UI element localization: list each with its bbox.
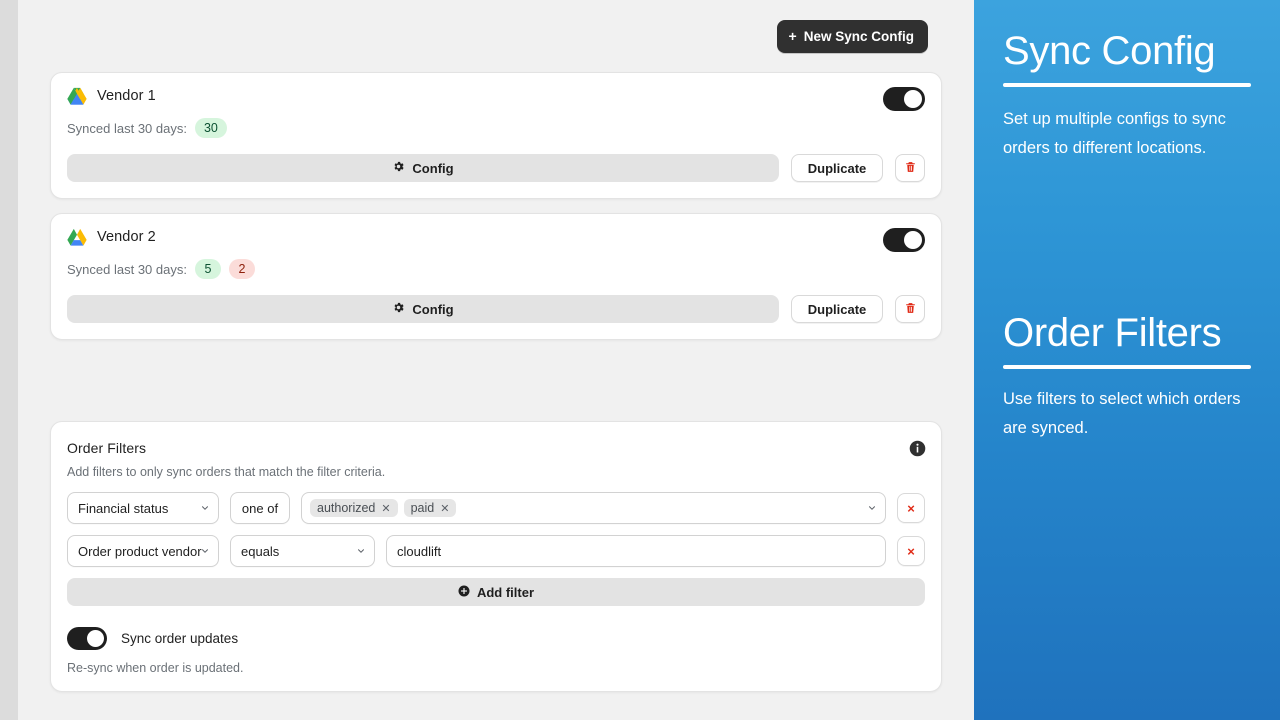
config-button[interactable]: Config [67,154,779,182]
remove-filter-row-button[interactable]: × [897,536,925,566]
duplicate-button[interactable]: Duplicate [791,154,883,182]
vendor-name: Vendor 2 [97,229,156,245]
filter-row: Financial status one of authorized ✕ pai… [67,492,925,524]
filter-value-tag[interactable]: authorized ✕ [310,499,398,517]
tag-remove-icon[interactable]: ✕ [440,502,449,515]
info-side-panel: Sync Config Set up multiple configs to s… [974,0,1280,720]
synced-label: Synced last 30 days: [67,261,187,277]
config-button-label: Config [412,301,454,317]
google-drive-icon [67,228,87,246]
delete-button[interactable] [895,154,925,182]
chevron-down-icon [202,506,208,510]
trash-icon [904,160,917,177]
panel-heading: Sync Config [1003,29,1216,73]
card-header: Vendor 2 [67,228,925,246]
chevron-down-icon [358,549,364,553]
duplicate-button[interactable]: Duplicate [791,295,883,323]
sync-order-updates-label: Sync order updates [121,631,239,646]
trash-icon [904,301,917,318]
chevron-down-icon [869,506,875,510]
filter-row: Order product vendor equals × [67,535,925,567]
google-drive-icon [67,87,87,105]
filter-operator-static: one of [230,492,290,524]
status-badge: 2 [228,259,255,279]
filter-operator-value: one of [241,500,279,516]
info-circle-icon[interactable] [908,439,926,457]
page-toolbar: + New Sync Config [50,0,942,72]
filter-field-value: Financial status [78,500,169,516]
new-sync-config-button[interactable]: + New Sync Config [776,19,928,53]
toggle-knob [87,630,104,647]
sync-config-card-vendor-2: Vendor 2 Synced last 30 days: 5 2 Config [50,213,942,340]
tag-remove-icon[interactable]: ✕ [381,502,390,515]
new-sync-config-button-label: New Sync Config [803,28,914,44]
filter-operator-value: equals [241,543,280,559]
gear-icon [392,160,405,176]
synced-label: Synced last 30 days: [67,120,187,136]
gear-icon [392,301,405,317]
plus-circle-icon [458,585,470,600]
app-main-area: + New Sync Config Vendor 1 Synced last 3… [0,0,974,720]
panel-body-text: Set up multiple configs to sync orders t… [1003,110,1226,158]
synced-summary: Synced last 30 days: 5 2 [67,259,925,279]
panel-section-order-filters: Order Filters Use filters to select whic… [1003,310,1251,444]
filter-value-tag[interactable]: paid ✕ [403,499,457,517]
add-filter-button[interactable]: Add filter [67,578,925,606]
card-header: Vendor 1 [67,87,925,105]
vendor-name: Vendor 1 [97,88,156,104]
sync-config-card-vendor-1: Vendor 1 Synced last 30 days: 30 Config [50,72,942,199]
sync-order-updates-toggle[interactable] [67,627,107,650]
panel-heading: Order Filters [1003,310,1222,355]
remove-filter-row-button[interactable]: × [897,493,925,523]
panel-body-text: Use filters to select which orders are s… [1003,389,1241,438]
sync-order-updates-row: Sync order updates [67,627,925,650]
panel-divider [1003,364,1251,369]
card-actions: Config Duplicate [67,295,925,323]
filter-field-select[interactable]: Financial status [67,492,219,524]
order-filters-card: Order Filters Add filters to only sync o… [50,421,942,692]
sync-enabled-toggle[interactable] [883,87,925,111]
sync-order-updates-help-text: Re-sync when order is updated. [67,661,244,675]
tag-label: paid [410,501,435,515]
config-button[interactable]: Config [67,295,779,323]
panel-section-sync-config: Sync Config Set up multiple configs to s… [1003,28,1251,164]
card-actions: Config Duplicate [67,154,925,182]
filter-value-multiselect[interactable]: authorized ✕ paid ✕ [301,492,886,524]
filter-value-input[interactable] [386,535,886,567]
tag-label: authorized [317,501,376,515]
panel-divider [1003,83,1251,87]
plus-icon: + [788,28,797,44]
filter-operator-select[interactable]: equals [230,535,375,567]
filter-field-value: Order product vendor [78,543,202,559]
toggle-knob [904,90,922,108]
config-button-label: Config [412,160,454,176]
chevron-down-icon [202,549,208,553]
filter-field-select[interactable]: Order product vendor [67,535,219,567]
order-filters-title: Order Filters [67,440,147,456]
add-filter-button-label: Add filter [476,584,535,600]
order-filters-help-text: Add filters to only sync orders that mat… [67,465,386,479]
synced-summary: Synced last 30 days: 30 [67,118,925,138]
toggle-knob [904,231,922,249]
delete-button[interactable] [895,295,925,323]
status-badge: 5 [194,259,221,279]
status-badge: 30 [194,118,227,138]
sync-enabled-toggle[interactable] [883,228,925,252]
content-wrapper: + New Sync Config Vendor 1 Synced last 3… [18,0,974,692]
